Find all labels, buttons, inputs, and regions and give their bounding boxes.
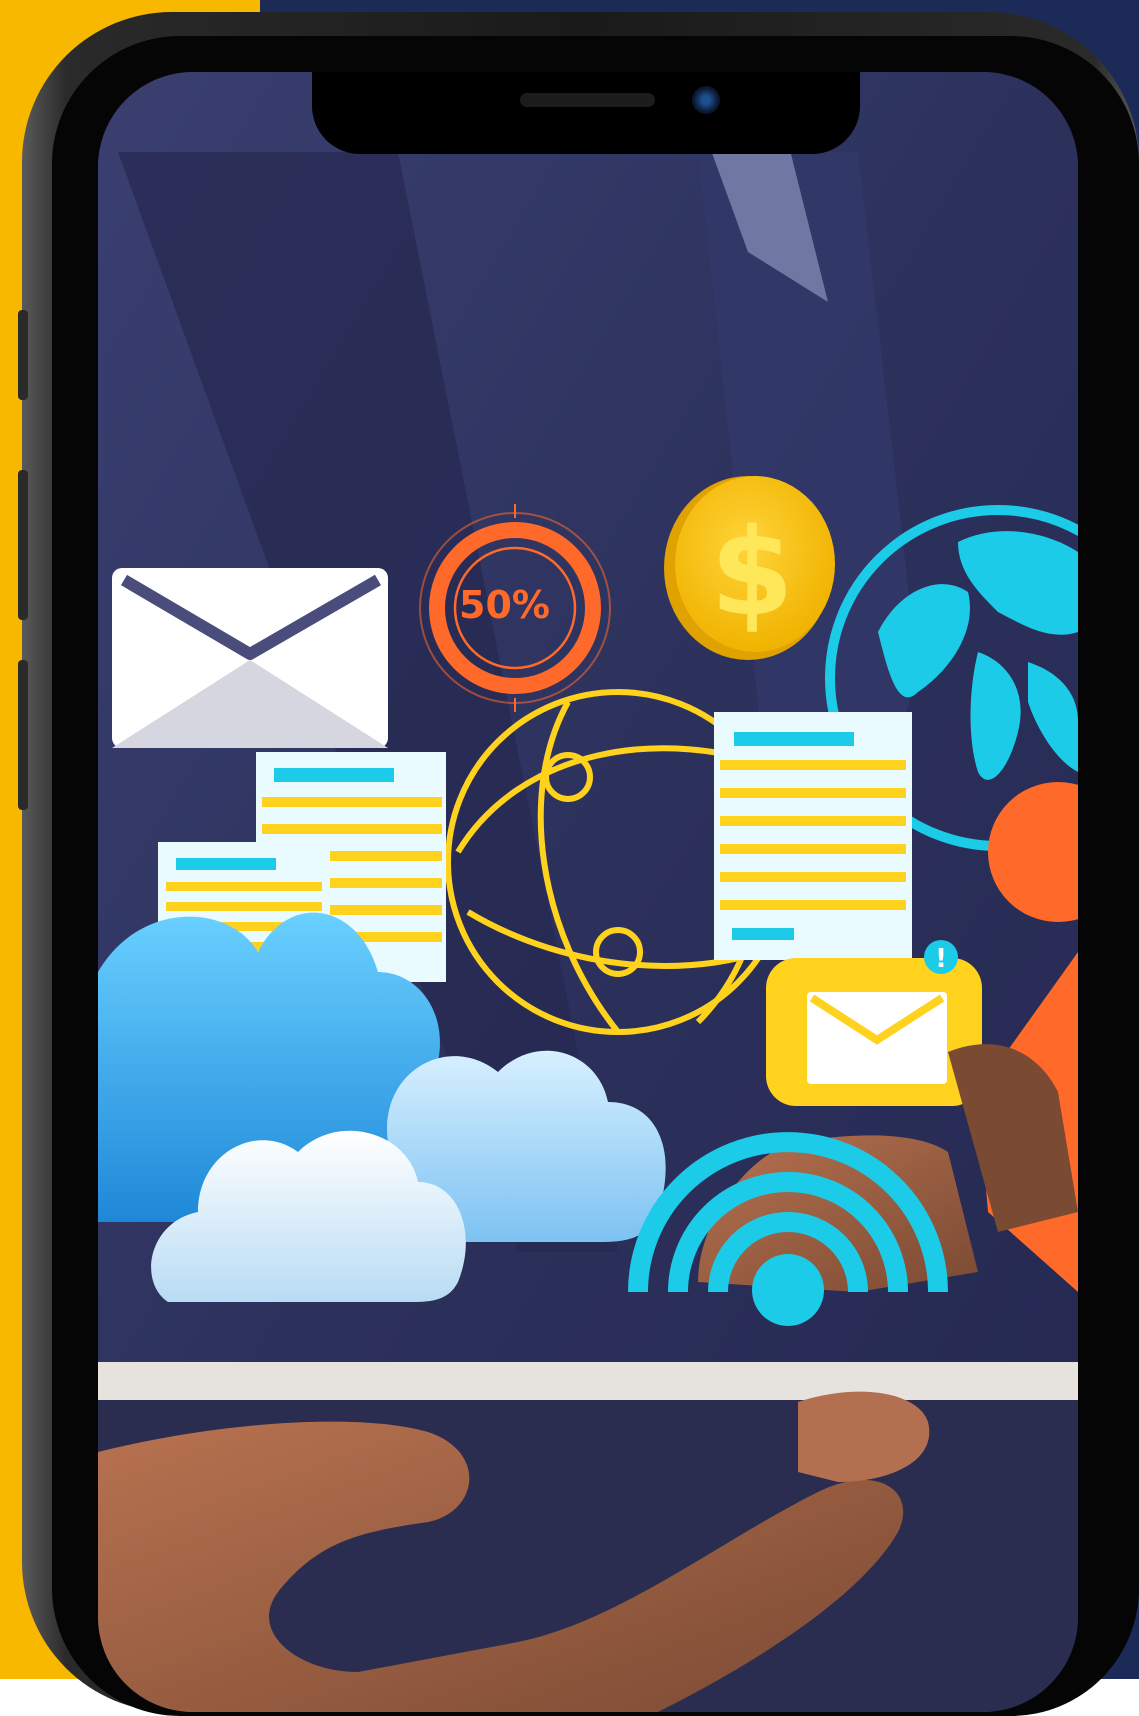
alert-badge: !	[935, 944, 947, 974]
held-device	[98, 1362, 1078, 1402]
front-camera	[692, 86, 720, 114]
progress-label: 50%	[459, 583, 550, 627]
envelope-icon	[112, 568, 388, 748]
wifi-dot	[752, 1254, 824, 1326]
document-icon-right	[714, 712, 912, 960]
silent-switch	[18, 310, 28, 400]
phone-notch	[312, 72, 860, 154]
earpiece-speaker	[520, 93, 655, 107]
volume-up-button	[18, 470, 28, 620]
hologram-scene: $ !	[98, 72, 1078, 1712]
mail-notification-icon: !	[766, 940, 982, 1106]
phone-screen: $ ! 50%	[98, 72, 1078, 1712]
coin-symbol: $	[710, 504, 794, 643]
volume-down-button	[18, 660, 28, 810]
